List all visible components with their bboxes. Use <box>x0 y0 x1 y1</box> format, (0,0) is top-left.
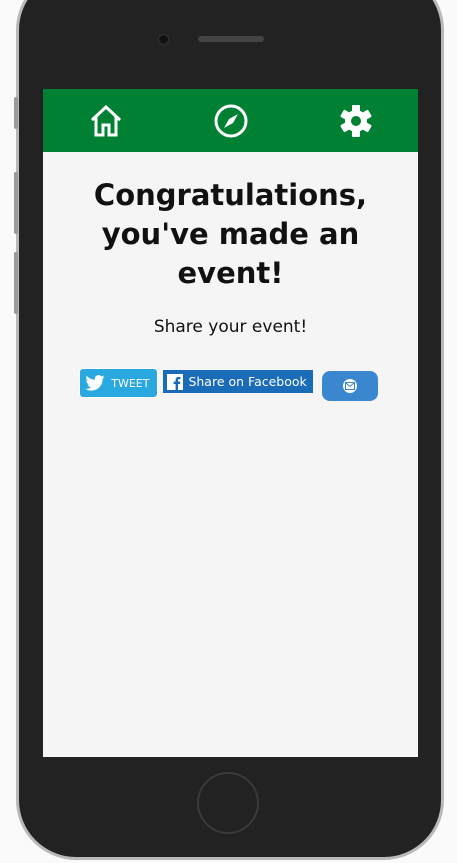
compass-icon[interactable] <box>214 104 248 138</box>
facebook-icon <box>167 373 184 390</box>
top-nav <box>43 89 418 152</box>
screen: Congratulations, you've made an event! S… <box>43 89 418 757</box>
share-buttons: TWEET Share on Facebook <box>43 368 418 401</box>
tweet-button[interactable]: TWEET <box>79 368 159 398</box>
email-share-button[interactable] <box>321 371 378 401</box>
speaker <box>198 36 264 42</box>
envelope-icon <box>342 379 357 393</box>
page-title: Congratulations, you've made an event! <box>93 178 368 290</box>
facebook-label: Share on Facebook <box>188 374 307 389</box>
volume-down-button <box>14 252 18 314</box>
twitter-icon <box>85 375 105 391</box>
volume-up-button <box>14 172 18 234</box>
tweet-label: TWEET <box>111 376 150 390</box>
facebook-share-button[interactable]: Share on Facebook <box>163 370 313 393</box>
home-hardware-button[interactable] <box>197 772 259 834</box>
home-icon[interactable] <box>89 104 123 137</box>
mute-switch <box>14 97 18 129</box>
share-subtitle: Share your event! <box>153 317 308 337</box>
camera <box>158 34 169 45</box>
gear-icon[interactable] <box>339 104 373 138</box>
